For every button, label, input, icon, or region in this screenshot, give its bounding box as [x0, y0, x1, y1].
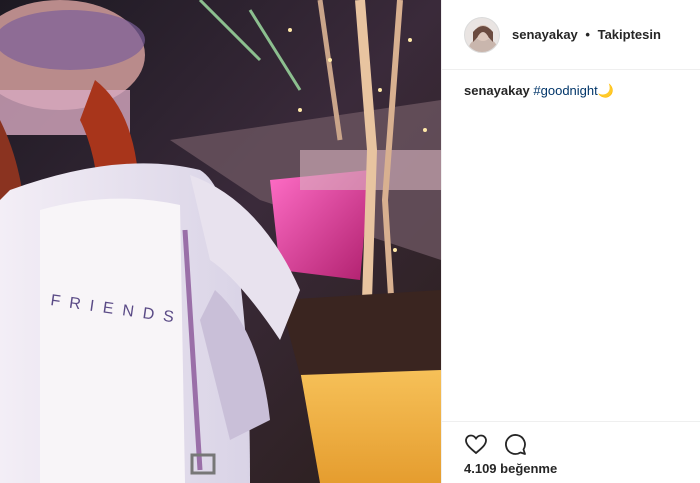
- post-sidebar: senayakay • Takiptesin senayakay #goodni…: [441, 0, 700, 483]
- avatar[interactable]: [464, 16, 500, 53]
- caption-username-link[interactable]: senayakay: [464, 83, 530, 98]
- action-bar: [442, 421, 700, 456]
- likes-count[interactable]: 4.109 beğenme: [464, 461, 557, 476]
- comment-icon[interactable]: [503, 432, 527, 456]
- post-header: senayakay • Takiptesin: [442, 0, 700, 70]
- post-photo[interactable]: FRIENDS: [0, 0, 441, 483]
- follow-status-button[interactable]: Takiptesin: [598, 27, 661, 42]
- separator-dot: •: [585, 27, 590, 42]
- post-caption: senayakay #goodnight🌙: [442, 70, 700, 100]
- moon-emoji: 🌙: [597, 83, 614, 98]
- username-link[interactable]: senayakay: [512, 27, 578, 42]
- header-text: senayakay • Takiptesin: [512, 27, 661, 42]
- heart-icon[interactable]: [464, 432, 488, 456]
- hashtag-link[interactable]: #goodnight: [533, 83, 597, 98]
